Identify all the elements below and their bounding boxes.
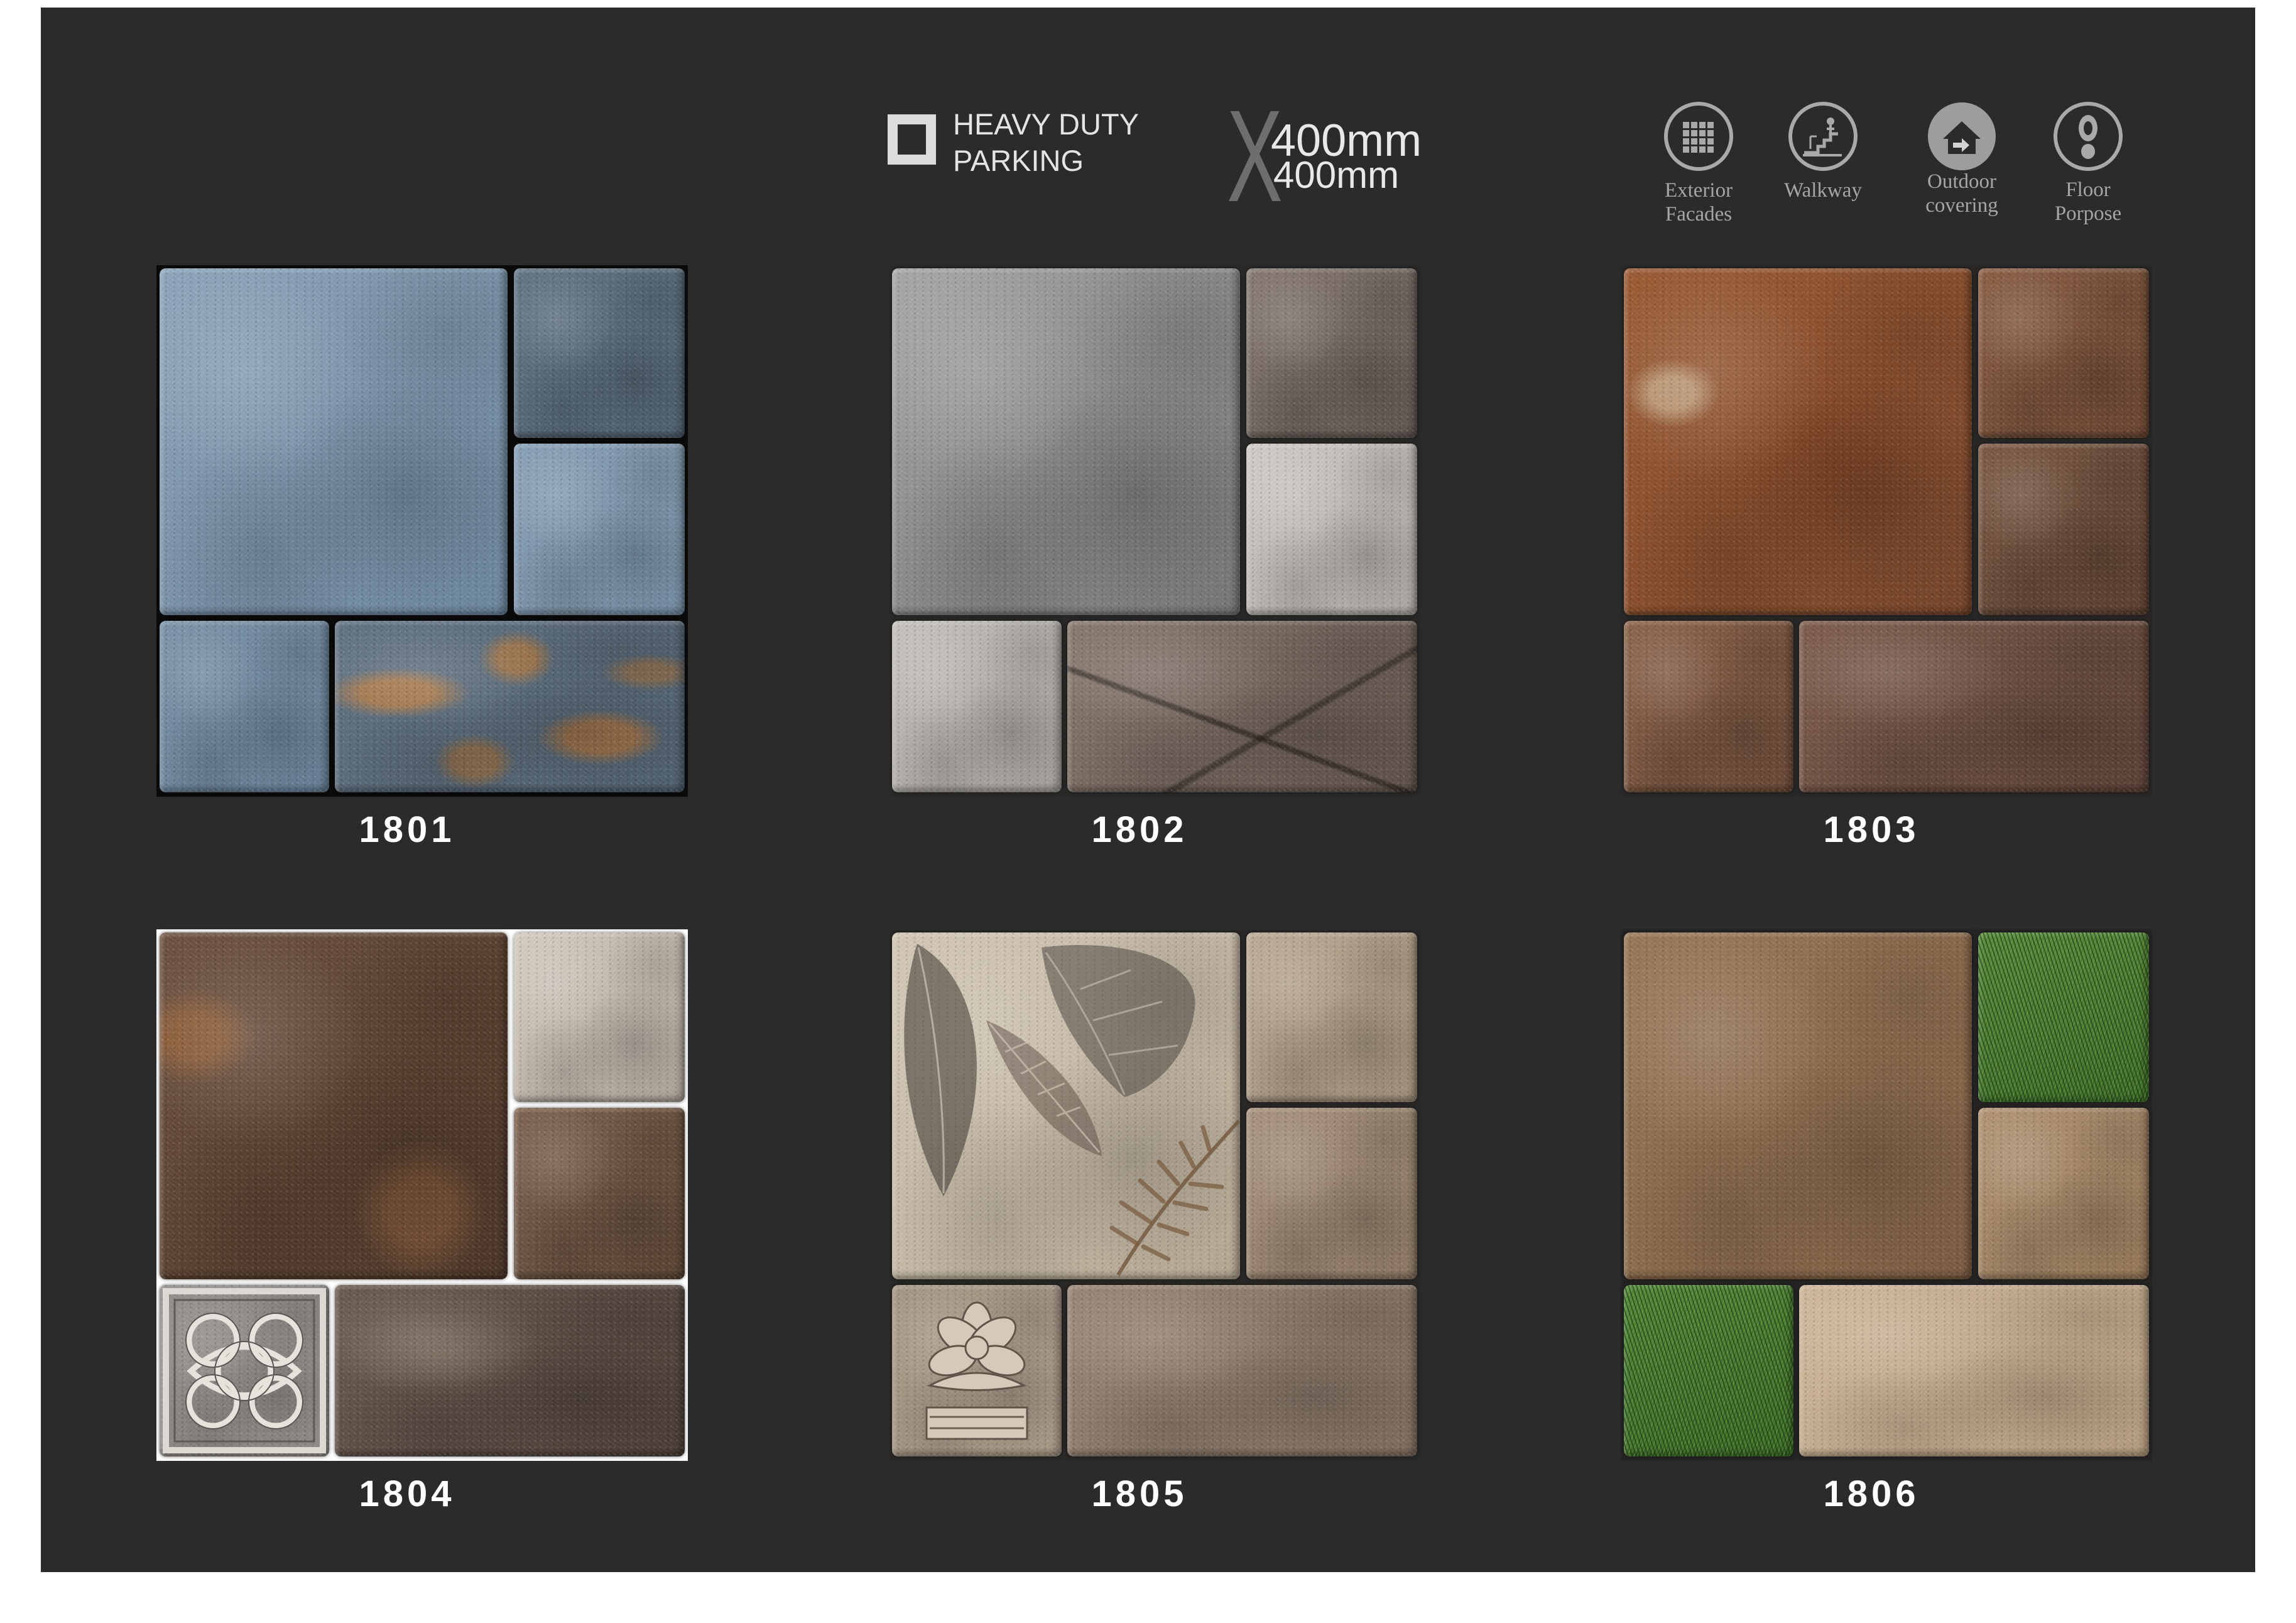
stone-piece-small <box>514 268 685 438</box>
tile-code-label: 1801 <box>359 809 455 850</box>
footprint-icon <box>2054 102 2123 171</box>
stone-piece-wide <box>1799 621 2149 792</box>
stone-piece-small <box>1246 268 1417 438</box>
stone-piece-small <box>160 621 329 792</box>
size-dimension-2: 400mm <box>1273 154 1400 196</box>
stone-piece-small <box>1246 444 1417 615</box>
tile-1804 <box>156 929 688 1461</box>
tile-1805 <box>889 929 1420 1461</box>
app-label-line: Walkway <box>1784 179 1862 202</box>
feature-line-1: HEAVY DUTY <box>953 107 1139 141</box>
stone-piece-small <box>1978 268 2149 438</box>
stone-piece-small <box>1978 444 2149 615</box>
tile-1806 <box>1621 929 2152 1461</box>
facade-grid-icon <box>1664 102 1733 171</box>
square-outline-icon <box>888 114 936 165</box>
stone-piece-wide <box>1799 1285 2149 1456</box>
feature-line-2: PARKING <box>953 144 1084 177</box>
tile-code-label: 1804 <box>359 1473 455 1514</box>
stone-piece-large <box>1624 268 1972 615</box>
stone-piece-small <box>514 1108 685 1279</box>
stone-piece-large <box>1624 932 1972 1279</box>
stone-piece-wide <box>335 621 685 792</box>
tile-1802 <box>889 265 1420 797</box>
stone-piece-large <box>160 268 508 615</box>
tile-code-label: 1802 <box>1091 809 1188 850</box>
stone-piece-small <box>514 444 685 615</box>
stone-piece-wide <box>1067 1285 1417 1456</box>
tile-code-label: 1803 <box>1823 809 1920 850</box>
stone-piece-large <box>160 932 508 1279</box>
stone-piece-flower-relief <box>892 1285 1062 1456</box>
stone-piece-small <box>1624 621 1793 792</box>
app-label-line: Porpose <box>2054 202 2122 225</box>
app-label-floor-purpose: Floor Porpose <box>2013 178 2163 226</box>
walkway-icon <box>1788 102 1858 171</box>
stone-piece-large <box>892 268 1240 615</box>
grass-piece <box>1978 932 2149 1102</box>
tile-code-label: 1805 <box>1091 1473 1188 1514</box>
leaf-fossil-motif <box>904 944 1240 1276</box>
grass-piece <box>1624 1285 1793 1456</box>
stone-piece-small <box>1246 1108 1417 1279</box>
tile-1801 <box>156 265 688 797</box>
stone-piece-small <box>1246 932 1417 1102</box>
stone-piece-large-fossil <box>892 932 1240 1279</box>
app-label-line: Floor <box>2065 178 2111 201</box>
celtic-knot-motif <box>163 1288 326 1453</box>
stone-piece-small <box>1978 1108 2149 1279</box>
stone-piece-wide <box>335 1285 685 1456</box>
tile-1803 <box>1621 265 2152 797</box>
stone-piece-small <box>514 932 685 1102</box>
app-label-line: Facades <box>1665 203 1733 226</box>
app-label-walkway: Walkway <box>1748 178 1898 202</box>
outdoor-covering-icon <box>1928 102 1996 170</box>
stone-piece-wide <box>1067 621 1417 792</box>
stone-piece-small <box>892 621 1062 792</box>
stone-piece-knot-relief <box>160 1285 329 1456</box>
carved-flower-motif <box>925 1301 1028 1440</box>
tile-code-label: 1806 <box>1823 1473 1920 1514</box>
